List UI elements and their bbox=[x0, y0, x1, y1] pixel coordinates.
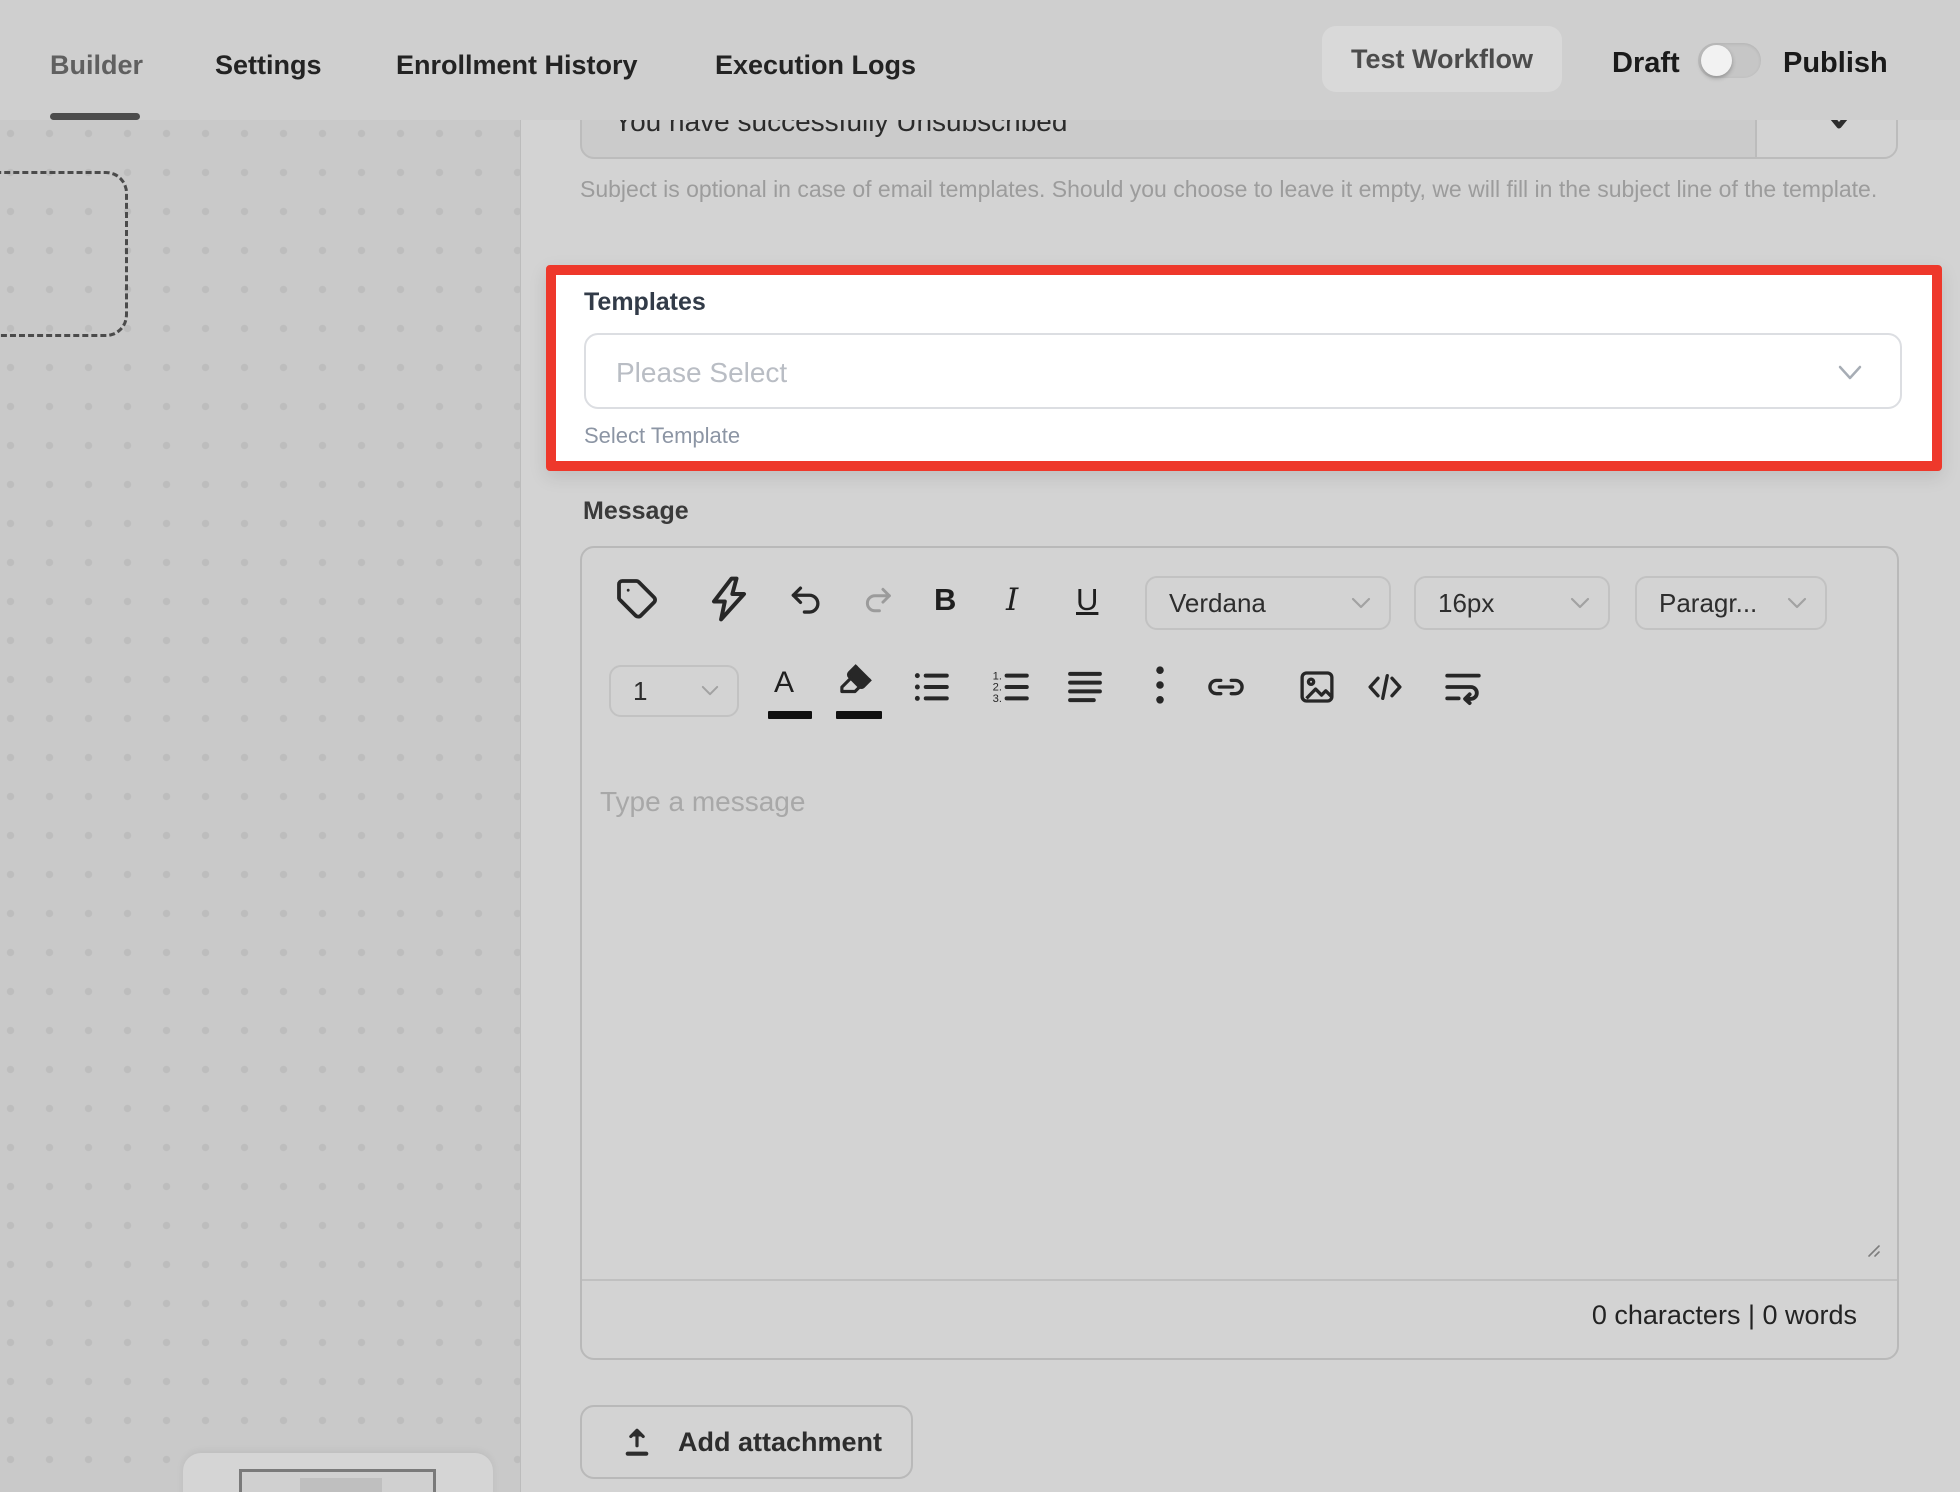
lightning-icon[interactable] bbox=[704, 574, 754, 624]
template-select[interactable]: Please Select bbox=[584, 333, 1902, 409]
message-editor: B I U Verdana 16px Paragr... 1 bbox=[580, 546, 1899, 1360]
more-options-icon[interactable] bbox=[1140, 662, 1180, 708]
templates-highlight-box: Templates Please Select Select Template bbox=[546, 265, 1942, 471]
text-color-swatch bbox=[768, 711, 812, 719]
image-icon[interactable] bbox=[1296, 666, 1338, 708]
font-family-value: Verdana bbox=[1169, 588, 1266, 619]
redo-icon[interactable] bbox=[860, 583, 896, 617]
paragraph-style-value: Paragr... bbox=[1659, 588, 1757, 619]
templates-label: Templates bbox=[584, 288, 706, 317]
app-screen: You have successfully Unsubscribed Subje… bbox=[0, 0, 1960, 1492]
italic-button[interactable]: I bbox=[1006, 582, 1018, 618]
numbered-list-icon[interactable]: 1. 2. 3. bbox=[990, 666, 1032, 708]
tab-settings[interactable]: Settings bbox=[215, 50, 322, 81]
draft-label: Draft bbox=[1612, 47, 1680, 80]
svg-text:2.: 2. bbox=[993, 682, 1002, 694]
workflow-node-placeholder[interactable] bbox=[0, 171, 128, 337]
message-label: Message bbox=[583, 497, 689, 526]
chevron-down-icon bbox=[1838, 365, 1862, 381]
tab-builder[interactable]: Builder bbox=[50, 50, 143, 81]
add-attachment-label: Add attachment bbox=[678, 1427, 882, 1458]
upload-icon bbox=[622, 1426, 652, 1458]
workflow-node-frame bbox=[239, 1469, 436, 1492]
editor-footer-divider bbox=[582, 1279, 1897, 1281]
chevron-down-icon bbox=[1787, 597, 1807, 610]
resize-handle-icon[interactable] bbox=[1864, 1243, 1882, 1261]
line-height-value: 1 bbox=[633, 676, 647, 707]
chevron-down-icon bbox=[1570, 597, 1590, 610]
text-color-button[interactable]: A bbox=[774, 666, 794, 700]
underline-button[interactable]: U bbox=[1076, 582, 1098, 618]
publish-toggle-knob bbox=[1701, 45, 1732, 76]
publish-toggle[interactable] bbox=[1698, 43, 1761, 78]
character-count: 0 characters | 0 words bbox=[1592, 1300, 1857, 1331]
bold-button[interactable]: B bbox=[934, 582, 956, 618]
font-size-value: 16px bbox=[1438, 588, 1494, 619]
line-height-dropdown[interactable]: 1 bbox=[609, 665, 739, 717]
chevron-down-icon bbox=[701, 685, 719, 697]
add-attachment-button[interactable]: Add attachment bbox=[580, 1405, 913, 1479]
test-workflow-button[interactable]: Test Workflow bbox=[1322, 26, 1562, 92]
font-family-dropdown[interactable]: Verdana bbox=[1145, 576, 1391, 630]
template-select-placeholder: Please Select bbox=[616, 357, 787, 389]
tab-execution-logs[interactable]: Execution Logs bbox=[715, 50, 916, 81]
svg-text:3.: 3. bbox=[993, 693, 1002, 705]
subject-helper-text: Subject is optional in case of email tem… bbox=[580, 172, 1880, 207]
code-icon[interactable] bbox=[1362, 666, 1408, 708]
top-navigation-bar: Builder Settings Enrollment History Exec… bbox=[0, 0, 1960, 120]
active-tab-indicator bbox=[50, 113, 140, 120]
paragraph-style-dropdown[interactable]: Paragr... bbox=[1635, 576, 1827, 630]
message-input[interactable]: Type a message bbox=[600, 786, 805, 818]
bullet-list-icon[interactable] bbox=[910, 666, 952, 708]
font-size-dropdown[interactable]: 16px bbox=[1414, 576, 1610, 630]
publish-label: Publish bbox=[1783, 47, 1888, 80]
workflow-node-card[interactable] bbox=[183, 1453, 493, 1492]
tab-enrollment-history[interactable]: Enrollment History bbox=[396, 50, 638, 81]
workflow-node-button bbox=[300, 1478, 382, 1492]
align-justify-icon[interactable] bbox=[1064, 666, 1106, 708]
tag-icon[interactable] bbox=[613, 575, 661, 623]
text-wrap-icon[interactable] bbox=[1440, 666, 1486, 708]
templates-helper-text: Select Template bbox=[584, 423, 740, 449]
highlight-color-swatch bbox=[836, 711, 882, 719]
workflow-canvas[interactable] bbox=[0, 120, 521, 1492]
chevron-down-icon bbox=[1351, 597, 1371, 610]
svg-text:1.: 1. bbox=[993, 670, 1002, 682]
link-icon[interactable] bbox=[1204, 666, 1248, 708]
undo-icon[interactable] bbox=[786, 581, 826, 619]
highlighter-icon[interactable] bbox=[834, 660, 876, 702]
